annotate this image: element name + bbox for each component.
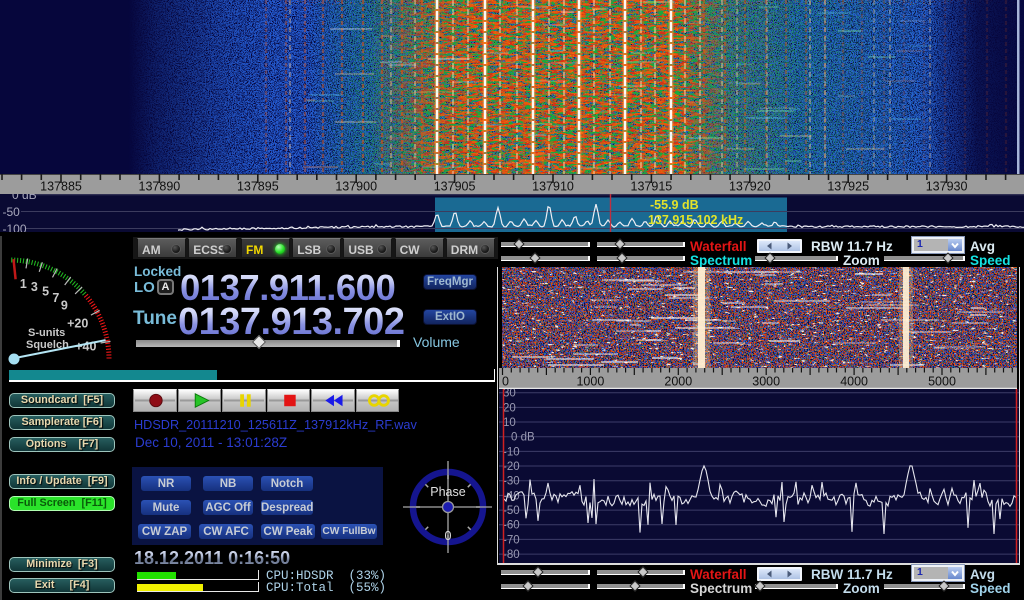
svg-text:-10: -10 bbox=[503, 446, 520, 458]
svg-text:0: 0 bbox=[445, 529, 452, 543]
svg-text:S-units: S-units bbox=[28, 327, 65, 339]
svg-text:-55.9 dB: -55.9 dB bbox=[650, 198, 699, 212]
svg-text:-30: -30 bbox=[503, 476, 520, 488]
svg-text:1000: 1000 bbox=[576, 375, 604, 389]
svg-text:Phase: Phase bbox=[430, 485, 465, 499]
svg-text:-100: -100 bbox=[3, 222, 27, 232]
svg-text:30: 30 bbox=[503, 389, 516, 400]
svg-text:4000: 4000 bbox=[840, 375, 868, 389]
svg-text:137925: 137925 bbox=[827, 180, 869, 194]
svg-text:7: 7 bbox=[52, 291, 59, 305]
svg-text:137890: 137890 bbox=[139, 180, 181, 194]
svg-text:137.915.102 kHz: 137.915.102 kHz bbox=[648, 213, 743, 227]
svg-text:3000: 3000 bbox=[752, 375, 780, 389]
svg-text:10: 10 bbox=[503, 417, 516, 429]
svg-text:137915: 137915 bbox=[631, 180, 673, 194]
svg-text:137895: 137895 bbox=[237, 180, 279, 194]
svg-text:-20: -20 bbox=[503, 461, 520, 473]
svg-text:0 dB: 0 dB bbox=[12, 194, 37, 202]
svg-text:137930: 137930 bbox=[926, 180, 968, 194]
svg-text:137905: 137905 bbox=[434, 180, 476, 194]
svg-text:9: 9 bbox=[61, 299, 68, 313]
svg-text:-70: -70 bbox=[503, 534, 520, 546]
svg-text:5000: 5000 bbox=[928, 375, 956, 389]
svg-text:20: 20 bbox=[503, 402, 516, 414]
svg-text:2000: 2000 bbox=[664, 375, 692, 389]
svg-text:-60: -60 bbox=[503, 520, 520, 532]
svg-text:137885: 137885 bbox=[40, 180, 82, 194]
svg-text:1: 1 bbox=[20, 277, 27, 291]
svg-text:137900: 137900 bbox=[335, 180, 377, 194]
svg-text:-50: -50 bbox=[503, 505, 520, 517]
svg-text:+20: +20 bbox=[67, 316, 88, 330]
svg-text:5: 5 bbox=[42, 285, 49, 299]
svg-text:-50: -50 bbox=[3, 205, 21, 219]
svg-text:137920: 137920 bbox=[729, 180, 771, 194]
svg-text:-80: -80 bbox=[503, 549, 520, 561]
svg-text:137910: 137910 bbox=[532, 180, 574, 194]
svg-text:0 dB: 0 dB bbox=[511, 432, 535, 444]
svg-text:0: 0 bbox=[502, 375, 509, 389]
svg-text:3: 3 bbox=[31, 280, 38, 294]
